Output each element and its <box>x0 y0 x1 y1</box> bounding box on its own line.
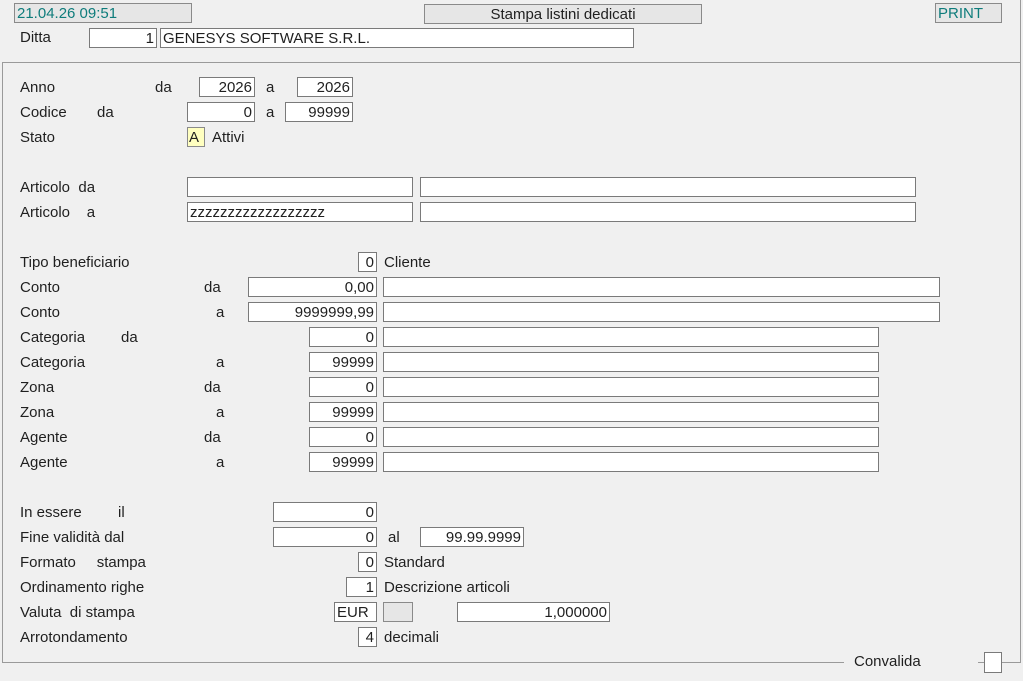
agente-a-label: Agente <box>20 454 68 471</box>
in-essere-label: In essere <box>20 504 82 521</box>
panel-right-border <box>1020 0 1021 662</box>
categoria-a-label: Categoria <box>20 354 86 371</box>
tipo-beneficiario-label: Tipo beneficiario <box>20 254 130 271</box>
panel-bottom-border <box>2 662 844 663</box>
categoria-a-suffix: a <box>216 354 225 371</box>
categoria-from-field[interactable]: 0 <box>309 327 377 347</box>
zona-to-field[interactable]: 99999 <box>309 402 377 422</box>
arrotondamento-desc: decimali <box>384 629 440 646</box>
valuta-rate-field[interactable]: 1,000000 <box>457 602 610 622</box>
anno-da-label: da <box>155 79 172 96</box>
agente-da-suffix: da <box>204 429 221 446</box>
valuta-label: Valuta di stampa <box>20 604 135 621</box>
fine-validita-al-label: al <box>388 529 400 546</box>
categoria-to-field[interactable]: 99999 <box>309 352 377 372</box>
tipo-beneficiario-field[interactable]: 0 <box>358 252 377 272</box>
agente-to-field[interactable]: 99999 <box>309 452 377 472</box>
ditta-code-field[interactable]: 1 <box>89 28 157 48</box>
articolo-from-field[interactable] <box>187 177 413 197</box>
categoria-da-label: Categoria <box>20 329 86 346</box>
fine-validita-from-field[interactable]: 0 <box>273 527 377 547</box>
agente-da-label: Agente <box>20 429 68 446</box>
codice-to-field[interactable]: 99999 <box>285 102 353 122</box>
agente-from-field[interactable]: 0 <box>309 427 377 447</box>
stato-desc: Attivi <box>212 129 245 146</box>
articolo-a-label: Articolo a <box>20 204 96 221</box>
valuta-extra-field <box>383 602 413 622</box>
convalida-label: Convalida <box>854 653 921 670</box>
convalida-checkbox[interactable] <box>984 652 1002 673</box>
conto-a-label: Conto <box>20 304 61 321</box>
codice-da-label: da <box>97 104 114 121</box>
conto-from-field[interactable]: 0,00 <box>248 277 377 297</box>
zona-to-desc <box>383 402 879 422</box>
zona-da-label: Zona <box>20 379 55 396</box>
articolo-to-desc <box>420 202 916 222</box>
formato-stampa-desc: Standard <box>384 554 445 571</box>
ordinamento-field[interactable]: 1 <box>346 577 377 597</box>
categoria-to-desc <box>383 352 879 372</box>
anno-a-label: a <box>266 79 275 96</box>
conto-a-suffix: a <box>216 304 225 321</box>
zona-from-desc <box>383 377 879 397</box>
zona-a-label: Zona <box>20 404 55 421</box>
in-essere-suffix: il <box>118 504 125 521</box>
ordinamento-label: Ordinamento righe <box>20 579 145 596</box>
fine-validita-to-field[interactable]: 99.99.9999 <box>420 527 524 547</box>
window-title: Stampa listini dedicati <box>424 4 702 24</box>
agente-to-desc <box>383 452 879 472</box>
anno-to-field[interactable]: 2026 <box>297 77 353 97</box>
zona-da-suffix: da <box>204 379 221 396</box>
ditta-name-field: GENESYS SOFTWARE S.R.L. <box>160 28 634 48</box>
tipo-beneficiario-desc: Cliente <box>384 254 431 271</box>
agente-a-suffix: a <box>216 454 225 471</box>
formato-stampa-field[interactable]: 0 <box>358 552 377 572</box>
zona-a-suffix: a <box>216 404 225 421</box>
agente-from-desc <box>383 427 879 447</box>
categoria-da-suffix: da <box>121 329 138 346</box>
articolo-to-field[interactable]: zzzzzzzzzzzzzzzzzz <box>187 202 413 222</box>
codice-label: Codice <box>20 104 67 121</box>
conto-to-desc <box>383 302 940 322</box>
arrotondamento-label: Arrotondamento <box>20 629 128 646</box>
panel-left-border <box>2 62 3 662</box>
valuta-field[interactable]: EUR <box>334 602 377 622</box>
in-essere-field[interactable]: 0 <box>273 502 377 522</box>
zona-from-field[interactable]: 0 <box>309 377 377 397</box>
arrotondamento-field[interactable]: 4 <box>358 627 377 647</box>
conto-da-label: Conto <box>20 279 61 296</box>
ditta-label: Ditta <box>20 29 51 46</box>
conto-da-suffix: da <box>204 279 221 296</box>
print-button[interactable]: PRINT <box>935 3 1002 23</box>
datetime-display: 21.04.26 09:51 <box>14 3 192 23</box>
panel-top-border <box>2 62 1021 63</box>
anno-from-field[interactable]: 2026 <box>199 77 255 97</box>
ordinamento-desc: Descrizione articoli <box>384 579 510 596</box>
formato-stampa-label: Formato stampa <box>20 554 146 571</box>
fine-validita-label: Fine validità dal <box>20 529 125 546</box>
conto-to-field[interactable]: 9999999,99 <box>248 302 377 322</box>
codice-a-label: a <box>266 104 275 121</box>
codice-from-field[interactable]: 0 <box>187 102 255 122</box>
stato-field[interactable]: A <box>187 127 205 147</box>
categoria-from-desc <box>383 327 879 347</box>
anno-label: Anno <box>20 79 56 96</box>
conto-from-desc <box>383 277 940 297</box>
articolo-da-label: Articolo da <box>20 179 96 196</box>
stato-label: Stato <box>20 129 56 146</box>
articolo-from-desc <box>420 177 916 197</box>
